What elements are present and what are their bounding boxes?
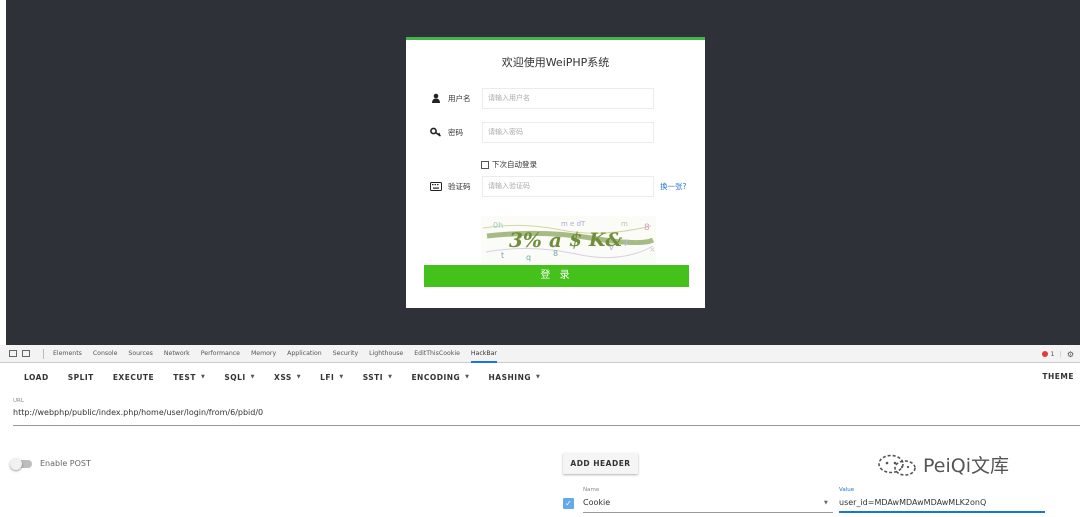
username-label: 用户名 [448,93,471,103]
enable-post-toggle[interactable]: Enable POST [10,457,91,470]
execute-button[interactable]: EXECUTE [113,373,154,382]
chevron-down-icon: ▼ [200,374,206,380]
header-enabled-checkbox[interactable]: ✓ [563,498,574,509]
svg-text:q: q [526,253,531,262]
tab-application[interactable]: Application [287,345,322,363]
hashing-menu[interactable]: HASHING ▼ [489,373,541,382]
hackbar-toolbar: LOAD SPLIT EXECUTE TEST ▼ SQLI ▼ XSS ▼ LFI ▼… [0,367,1080,387]
chevron-down-icon: ▼ [296,374,302,380]
header-value-label: Value [839,487,855,493]
tab-elements[interactable]: Elements [53,345,82,363]
tab-lighthouse[interactable]: Lighthouse [369,345,403,363]
header-value-input[interactable]: user_id=MDAwMDAwMDAwMLK2onQ [839,498,986,507]
captcha-input[interactable]: 请输入验证码 [482,175,654,197]
login-card: 欢迎使用WeiPHP系统 用户名 请输入用户名 密码 请输入密码 下次自动登录 … [406,37,705,308]
device-toggle-icon[interactable] [22,350,30,357]
tab-hackbar[interactable]: HackBar [470,345,497,363]
tab-console[interactable]: Console [93,345,118,363]
chevron-down-icon: ▼ [339,374,344,380]
url-underline [13,425,1080,426]
chevron-down-icon: ▼ [465,374,470,380]
lfi-menu[interactable]: LFI ▼ [320,373,344,382]
svg-text:×: × [649,245,656,254]
browser-page: 欢迎使用WeiPHP系统 用户名 请输入用户名 密码 请输入密码 下次自动登录 … [0,0,1080,345]
tab-sources[interactable]: Sources [128,345,152,363]
settings-gear-icon[interactable]: ⚙ [1067,350,1074,359]
svg-text:m e dT: m e dT [561,220,586,228]
error-icon [1042,351,1049,357]
svg-text:7: 7 [623,239,629,249]
svg-text:v: v [609,243,614,252]
header-value-underline [839,511,1045,513]
password-input[interactable]: 请输入密码 [482,121,654,143]
error-count[interactable]: 1 [1050,350,1054,358]
tab-memory[interactable]: Memory [251,345,276,363]
login-title: 欢迎使用WeiPHP系统 [501,56,610,69]
encoding-menu[interactable]: ENCODING ▼ [411,373,469,382]
username-input[interactable]: 请输入用户名 [482,87,654,109]
password-label: 密码 [448,127,463,137]
user-icon [428,91,444,105]
devtools-tabbar: Elements Console Sources Network Perform… [0,345,1080,363]
split-button[interactable]: SPLIT [68,373,94,382]
svg-text:$ K&: $ K& [569,229,623,251]
header-name-underline [583,512,833,513]
devtools-icons [9,350,35,357]
username-row: 用户名 请输入用户名 [428,87,688,109]
wechat-icon [878,454,916,476]
url-label: URL [13,398,24,404]
inspect-icon[interactable] [9,350,17,357]
add-header-button[interactable]: ADD HEADER [563,453,638,474]
divider: | [1059,350,1062,358]
captcha-image[interactable]: 0h m e dT m 8 3% a $ K& t q 8 v 7 × [481,216,656,264]
tab-performance[interactable]: Performance [201,345,240,363]
key-icon [428,125,444,139]
devtools-panel: Elements Console Sources Network Perform… [0,345,1080,517]
keyboard-icon [428,179,444,193]
chevron-down-icon: ▼ [388,374,393,380]
tab-editthiscookie[interactable]: EditThisCookie [414,345,460,363]
chevron-down-icon[interactable]: ▼ [824,500,828,506]
login-button[interactable]: 登 录 [424,265,689,287]
password-row: 密码 请输入密码 [428,121,688,143]
test-menu[interactable]: TEST ▼ [173,373,205,382]
url-input[interactable]: http://webphp/public/index.php/home/user… [13,408,263,417]
remember-me[interactable]: 下次自动登录 [481,159,537,170]
load-button[interactable]: LOAD [24,373,49,382]
ssti-menu[interactable]: SSTI ▼ [363,373,393,382]
chevron-down-icon: ▼ [536,374,541,380]
refresh-captcha-link[interactable]: 换一张? [660,181,686,192]
captcha-label: 验证码 [448,181,471,191]
remember-checkbox[interactable] [481,160,489,169]
divider [43,348,44,359]
sqli-menu[interactable]: SQLI ▼ [224,373,255,382]
chevron-down-icon: ▼ [250,374,256,380]
watermark-text: PeiQi文库 [923,455,1009,477]
watermark: PeiQi文库 [877,451,1009,478]
captcha-row: 验证码 请输入验证码 换一张? [428,175,688,197]
toggle-switch[interactable] [10,457,32,470]
svg-text:m: m [621,220,628,228]
header-name-input[interactable]: Cookie [583,498,610,507]
page-edge [0,0,6,345]
remember-label: 下次自动登录 [492,160,537,169]
svg-text:t: t [501,251,504,260]
svg-text:8: 8 [553,249,558,258]
theme-button[interactable]: THEME [1042,367,1074,387]
tab-network[interactable]: Network [164,345,190,363]
svg-text:0h: 0h [493,221,503,230]
enable-post-label: Enable POST [40,459,91,468]
svg-text:8: 8 [644,223,650,233]
header-name-label: Name [583,487,600,493]
devtools-status: 1 | ⚙ [1042,345,1074,363]
tab-security[interactable]: Security [333,345,358,363]
xss-menu[interactable]: XSS ▼ [274,373,301,382]
